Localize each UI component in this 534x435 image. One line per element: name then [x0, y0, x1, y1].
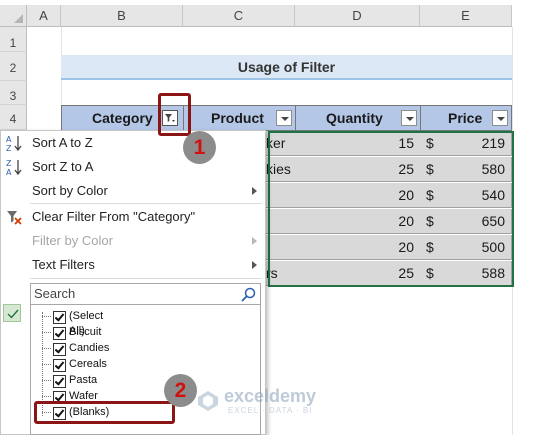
sort-ascending-icon: A Z — [6, 135, 22, 152]
filter-item-label: Pasta — [69, 374, 98, 386]
watermark-tagline: EXCEL · DATA · BI — [228, 406, 313, 415]
svg-text:Z: Z — [6, 144, 12, 152]
tree-connector — [42, 348, 51, 350]
chevron-down-icon — [497, 117, 505, 121]
exceldemy-logo-icon — [198, 391, 218, 411]
row-header-2[interactable]: 2 — [0, 52, 27, 81]
tree-connector — [42, 364, 51, 366]
sheet-title: Usage of Filter — [61, 55, 512, 80]
checkbox-checked[interactable] — [53, 359, 66, 372]
submenu-arrow-icon — [252, 261, 257, 269]
column-header-d[interactable]: D — [295, 5, 420, 27]
product-filter-button[interactable] — [276, 110, 292, 126]
filter-item-label: Cereals — [69, 358, 107, 370]
watermark-name: exceldemy — [224, 386, 317, 406]
step-marker-1: 1 — [183, 131, 216, 164]
tree-connector — [42, 380, 51, 382]
menu-label: Sort Z to A — [32, 159, 94, 174]
menu-sort-z-to-a[interactable]: Z A Sort Z to A — [0, 155, 266, 179]
filter-item-label: Candies — [69, 342, 110, 354]
column-header-c[interactable]: C — [183, 5, 295, 27]
callout-box-blanks — [34, 401, 175, 424]
svg-text:A: A — [6, 168, 12, 176]
menu-separator — [30, 203, 262, 204]
header-quantity[interactable]: Quantity — [295, 105, 421, 131]
menu-label: Text Filters — [32, 257, 95, 272]
tree-connector — [42, 316, 51, 318]
clear-filter-icon — [7, 211, 22, 225]
header-quantity-label: Quantity — [326, 110, 383, 126]
menu-separator — [30, 278, 262, 279]
menu-text-filters[interactable]: Text Filters — [0, 253, 266, 277]
menu-label: Sort by Color — [32, 183, 108, 198]
checkbox-checked[interactable] — [53, 327, 66, 340]
header-product-label: Product — [211, 110, 264, 126]
menu-filter-by-color: Filter by Color — [0, 229, 266, 253]
column-header-e[interactable]: E — [420, 5, 512, 27]
step-marker-2: 2 — [164, 374, 197, 407]
header-price[interactable]: Price — [420, 105, 512, 131]
column-header-a[interactable]: A — [27, 5, 61, 27]
column-header-b[interactable]: B — [61, 5, 183, 27]
menu-clear-filter[interactable]: Clear Filter From "Category" — [0, 205, 266, 229]
row-header-3[interactable]: 3 — [0, 81, 27, 105]
menu-sort-a-to-z[interactable]: A Z Sort A to Z — [0, 131, 266, 155]
search-icon — [241, 287, 256, 302]
sort-descending-icon: Z A — [6, 159, 22, 176]
checkbox-checked[interactable] — [53, 343, 66, 356]
row-header-4[interactable]: 4 — [0, 105, 27, 130]
menu-label: Filter by Color — [32, 233, 113, 248]
header-product[interactable]: Product — [183, 105, 296, 131]
checkbox-checked[interactable] — [53, 375, 66, 388]
filter-search-box[interactable]: Search — [30, 283, 261, 305]
svg-text:Z: Z — [6, 159, 12, 168]
chevron-down-icon — [406, 117, 414, 121]
header-category-label: Category — [92, 110, 153, 126]
header-price-label: Price — [448, 110, 483, 126]
row-header-1[interactable]: 1 — [0, 27, 27, 52]
chevron-down-icon — [281, 117, 289, 121]
selection-border — [268, 131, 514, 287]
callout-box-filter-button — [158, 93, 191, 136]
svg-text:A: A — [6, 135, 12, 144]
menu-label: Clear Filter From "Category" — [32, 209, 196, 224]
exceldemy-watermark: exceldemy EXCEL · DATA · BI — [196, 386, 346, 416]
tree-connector — [42, 396, 51, 398]
submenu-arrow-icon — [252, 187, 257, 195]
filter-item-label: Biscuit — [69, 326, 102, 338]
select-all-corner[interactable] — [0, 5, 27, 27]
tree-connector — [42, 332, 51, 334]
price-filter-button[interactable] — [492, 110, 508, 126]
check-icon — [3, 304, 21, 322]
search-input[interactable]: Search — [34, 286, 75, 301]
checkbox-checked[interactable] — [53, 311, 66, 324]
submenu-arrow-icon — [252, 237, 257, 245]
quantity-filter-button[interactable] — [401, 110, 417, 126]
menu-label: Sort A to Z — [32, 135, 93, 150]
menu-sort-by-color[interactable]: Sort by Color — [0, 179, 266, 203]
